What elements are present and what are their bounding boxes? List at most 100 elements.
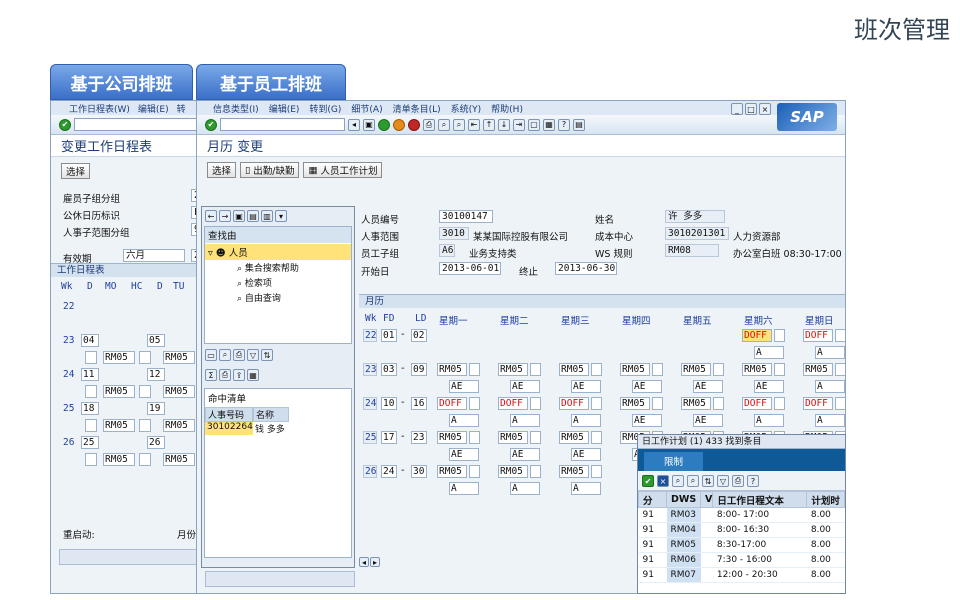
doc-icon[interactable]: ▥ <box>261 210 273 222</box>
day-type-cell[interactable]: A <box>510 414 540 427</box>
override-cell[interactable] <box>469 363 480 376</box>
shift-cell[interactable]: RM05 <box>437 465 467 478</box>
day-cell[interactable] <box>139 385 151 398</box>
shift-cell[interactable]: RM05 <box>803 363 833 376</box>
table-row[interactable]: 91 RM07 12:00 - 20:30 8.00 <box>638 567 845 583</box>
shift-cell[interactable]: RM05 <box>681 363 711 376</box>
last-page-icon[interactable]: ⇥ <box>513 118 525 131</box>
first-page-icon[interactable]: ⇤ <box>468 118 480 131</box>
override-cell[interactable] <box>713 363 724 376</box>
menu-item[interactable]: 编辑(E) <box>269 102 300 115</box>
save-icon[interactable]: ▣ <box>363 118 375 131</box>
table-row[interactable]: 91 RM06 7:30 - 16:00 8.00 <box>638 552 845 568</box>
shift-cell[interactable]: RM05 <box>681 397 711 410</box>
next-page-icon[interactable]: ↓ <box>498 118 510 131</box>
override-cell[interactable] <box>591 431 602 444</box>
start-date-field[interactable]: 2013-06-01 <box>439 262 501 275</box>
cancel-icon[interactable]: × <box>657 475 669 487</box>
print-icon[interactable]: ⎙ <box>423 118 435 131</box>
override-cell[interactable] <box>530 465 541 478</box>
table-row[interactable]: 91 RM03 8:00- 17:00 8.00 <box>638 507 845 523</box>
day-cell[interactable]: 12 <box>147 368 165 381</box>
filter-icon[interactable]: ▽ <box>247 349 259 361</box>
shift-cell[interactable]: RM05 <box>437 363 467 376</box>
shift-cell[interactable]: RM05 <box>620 397 650 410</box>
shift-cell[interactable]: RM05 <box>498 465 528 478</box>
override-cell[interactable] <box>774 397 785 410</box>
scroll-left-icon[interactable]: ◂ <box>359 557 369 567</box>
override-cell[interactable] <box>530 363 541 376</box>
day-type-cell[interactable]: A <box>815 380 845 393</box>
attendance-button[interactable]: ▯ 出勤/缺勤 <box>240 162 300 178</box>
day-type-cell[interactable]: AE <box>571 380 601 393</box>
command-field[interactable] <box>74 118 199 131</box>
override-cell[interactable] <box>530 431 541 444</box>
select-button[interactable]: 选择 <box>207 162 237 178</box>
find-next-icon[interactable]: ⌕ <box>687 475 699 487</box>
search-icon[interactable]: ⌕ <box>672 475 684 487</box>
print-icon[interactable]: ⎙ <box>233 349 245 361</box>
help-icon[interactable]: ? <box>558 118 570 131</box>
tree-node-person[interactable]: ▿ ☻ 人员 <box>205 244 351 260</box>
shift-cell[interactable]: DOFF <box>437 397 467 410</box>
sort-icon[interactable]: ⇅ <box>261 349 273 361</box>
override-cell[interactable] <box>591 465 602 478</box>
find-next-icon[interactable]: ⌕ <box>453 118 465 131</box>
day-type-cell[interactable]: A <box>571 482 601 495</box>
day-cell[interactable]: 25 <box>81 436 99 449</box>
sort-icon[interactable]: ⇅ <box>702 475 714 487</box>
day-cell[interactable]: 19 <box>147 402 165 415</box>
override-cell[interactable] <box>469 431 480 444</box>
override-cell[interactable] <box>774 363 785 376</box>
shift-cell[interactable]: RM05 <box>163 385 195 398</box>
menu-item[interactable]: 转 <box>177 102 186 115</box>
shift-cell[interactable]: RM05 <box>742 363 772 376</box>
maximize-icon[interactable]: □ <box>745 103 757 115</box>
menu-item[interactable]: 编辑(E) <box>138 102 169 115</box>
override-cell[interactable] <box>652 397 663 410</box>
minimize-icon[interactable]: _ <box>731 103 743 115</box>
search-icon[interactable]: ⌕ <box>219 349 231 361</box>
overview-icon[interactable]: ▣ <box>233 210 245 222</box>
confirm-icon[interactable]: ✔ <box>642 475 654 487</box>
day-cell[interactable] <box>139 419 151 432</box>
shift-cell[interactable]: RM05 <box>498 363 528 376</box>
tree-item[interactable]: ⌕ 自由查询 <box>205 290 351 305</box>
end-date-field[interactable]: 2013-06-30 <box>555 262 617 275</box>
day-type-cell[interactable]: A <box>815 346 845 359</box>
day-type-cell[interactable]: A <box>754 414 784 427</box>
day-cell[interactable] <box>139 453 151 466</box>
day-cell[interactable] <box>85 351 97 364</box>
shift-cell[interactable]: DOFF <box>742 329 772 342</box>
shift-cell[interactable]: RM05 <box>559 363 589 376</box>
day-type-cell[interactable]: AE <box>449 448 479 461</box>
menu-item[interactable]: 帮助(H) <box>491 102 523 115</box>
day-type-cell[interactable]: A <box>571 414 601 427</box>
shift-cell[interactable]: RM05 <box>163 453 195 466</box>
override-cell[interactable] <box>835 397 845 410</box>
tree-item[interactable]: ⌕ 集合搜索帮助 <box>205 260 351 275</box>
scroll-right-icon[interactable]: ▸ <box>370 557 380 567</box>
print-preview-icon[interactable]: ⎙ <box>219 369 231 381</box>
day-cell[interactable] <box>85 453 97 466</box>
override-cell[interactable] <box>713 397 724 410</box>
back-icon[interactable]: ◂ <box>348 118 360 131</box>
back-arrow-icon[interactable]: ← <box>205 210 217 222</box>
day-type-cell[interactable]: A <box>815 414 845 427</box>
close-icon[interactable]: × <box>759 103 771 115</box>
cancel-icon[interactable] <box>408 118 420 131</box>
export-icon[interactable]: ⇪ <box>233 369 245 381</box>
menu-item[interactable]: 工作日程表(W) <box>69 102 130 115</box>
shift-cell[interactable]: RM05 <box>163 419 195 432</box>
shift-cell[interactable]: RM05 <box>559 465 589 478</box>
shift-cell[interactable]: DOFF <box>742 397 772 410</box>
day-type-cell[interactable]: AE <box>754 380 784 393</box>
enter-icon[interactable]: ✔ <box>59 118 71 131</box>
command-field[interactable] <box>220 118 345 131</box>
window-icon[interactable]: ▭ <box>205 349 217 361</box>
shift-cell[interactable]: DOFF <box>498 397 528 410</box>
menu-item[interactable]: 细节(A) <box>351 102 382 115</box>
day-type-cell[interactable]: AE <box>449 380 479 393</box>
filter-icon[interactable]: ▽ <box>717 475 729 487</box>
day-cell[interactable]: 18 <box>81 402 99 415</box>
